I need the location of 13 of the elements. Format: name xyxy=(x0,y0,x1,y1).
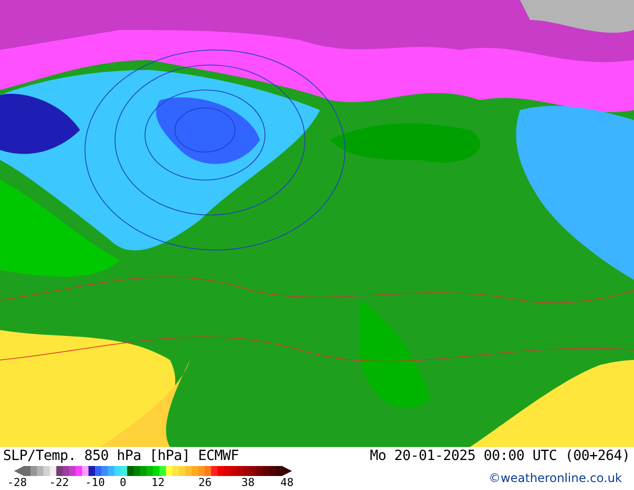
scale-arrow-icon xyxy=(282,466,292,476)
valid-time: Mo 20-01-2025 00:00 UTC (00+264) xyxy=(368,448,630,464)
scale-tick-label: 0 xyxy=(120,476,126,489)
scale-arrow-icon xyxy=(14,466,24,476)
credit-text: ©weatheronline.co.uk xyxy=(488,471,622,486)
scale-tick-label: 38 xyxy=(241,476,255,489)
scale-tick-label: -22 xyxy=(49,476,69,489)
scale-tick-label: 12 xyxy=(151,476,165,489)
scale-tick-label: -28 xyxy=(7,476,27,489)
scale-tick-label: 26 xyxy=(198,476,212,489)
scale-tick-label: 48 xyxy=(280,476,294,489)
map-title: SLP/Temp. 850 hPa [hPa] ECMWF xyxy=(2,448,240,464)
scale-tick-label: -10 xyxy=(85,476,105,489)
